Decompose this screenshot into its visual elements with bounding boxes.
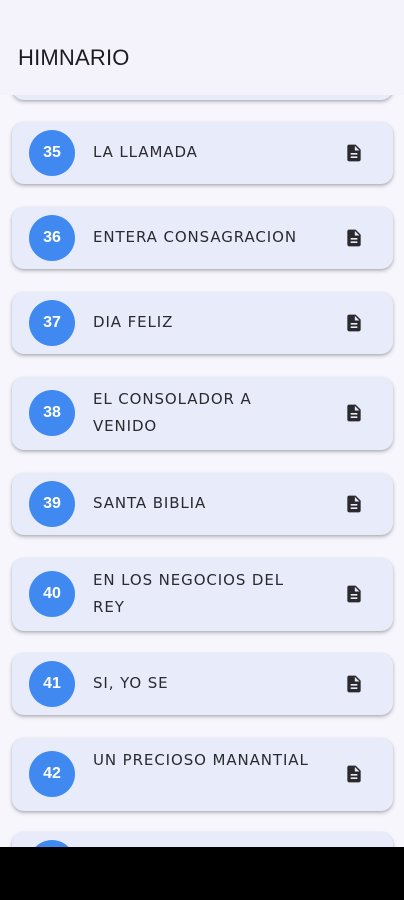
document-icon[interactable] — [344, 494, 364, 514]
hymn-number-badge: 36 — [29, 215, 75, 261]
hymn-list[interactable]: 35 LA LLAMADA 36 ENTERA CONSAGRACION 37 … — [0, 95, 404, 847]
system-navigation-bar — [0, 847, 404, 900]
hymn-title: LA LLAMADA — [93, 143, 198, 161]
list-item[interactable]: 35 LA LLAMADA — [12, 122, 393, 184]
hymn-title: EL CONSOLADOR A VENIDO — [93, 390, 252, 435]
document-icon[interactable] — [344, 143, 364, 163]
list-item[interactable]: 37 DIA FELIZ — [12, 292, 393, 354]
hymn-number-badge — [29, 840, 75, 847]
document-icon[interactable] — [344, 313, 364, 333]
list-item[interactable]: 38 EL CONSOLADOR A VENIDO — [12, 377, 393, 450]
hymn-title: DIA FELIZ — [93, 313, 174, 331]
hymn-number-badge: 38 — [29, 390, 75, 436]
hymn-number-badge: 41 — [29, 661, 75, 707]
document-icon[interactable] — [344, 403, 364, 423]
list-item[interactable]: 42 UN PRECIOSO MANANTIAL — [12, 738, 393, 811]
hymn-title: ENTERA CONSAGRACION — [93, 228, 297, 246]
list-item[interactable]: 41 SI, YO SE — [12, 653, 393, 715]
document-icon[interactable] — [344, 584, 364, 604]
document-icon[interactable] — [344, 674, 364, 694]
hymn-number-badge: 40 — [29, 571, 75, 617]
list-item[interactable]: 39 SANTA BIBLIA — [12, 473, 393, 535]
list-item-partial-bottom[interactable] — [12, 832, 393, 847]
hymn-title: EN LOS NEGOCIOS DEL REY — [93, 571, 284, 616]
hymn-number-badge: 39 — [29, 481, 75, 527]
hymn-number-badge: 42 — [29, 751, 75, 797]
document-icon[interactable] — [344, 764, 364, 784]
list-item[interactable]: 40 EN LOS NEGOCIOS DEL REY — [12, 558, 393, 631]
page-title: HIMNARIO — [18, 45, 130, 70]
app-bar: HIMNARIO — [0, 0, 404, 95]
hymn-title: UN PRECIOSO MANANTIAL — [93, 751, 309, 769]
list-item-partial-top[interactable] — [12, 95, 393, 100]
hymn-number-badge: 37 — [29, 300, 75, 346]
hymn-title: SANTA BIBLIA — [93, 494, 207, 512]
hymn-title: SI, YO SE — [93, 674, 169, 692]
hymn-number-badge: 35 — [29, 130, 75, 176]
document-icon[interactable] — [344, 228, 364, 248]
list-item[interactable]: 36 ENTERA CONSAGRACION — [12, 207, 393, 269]
